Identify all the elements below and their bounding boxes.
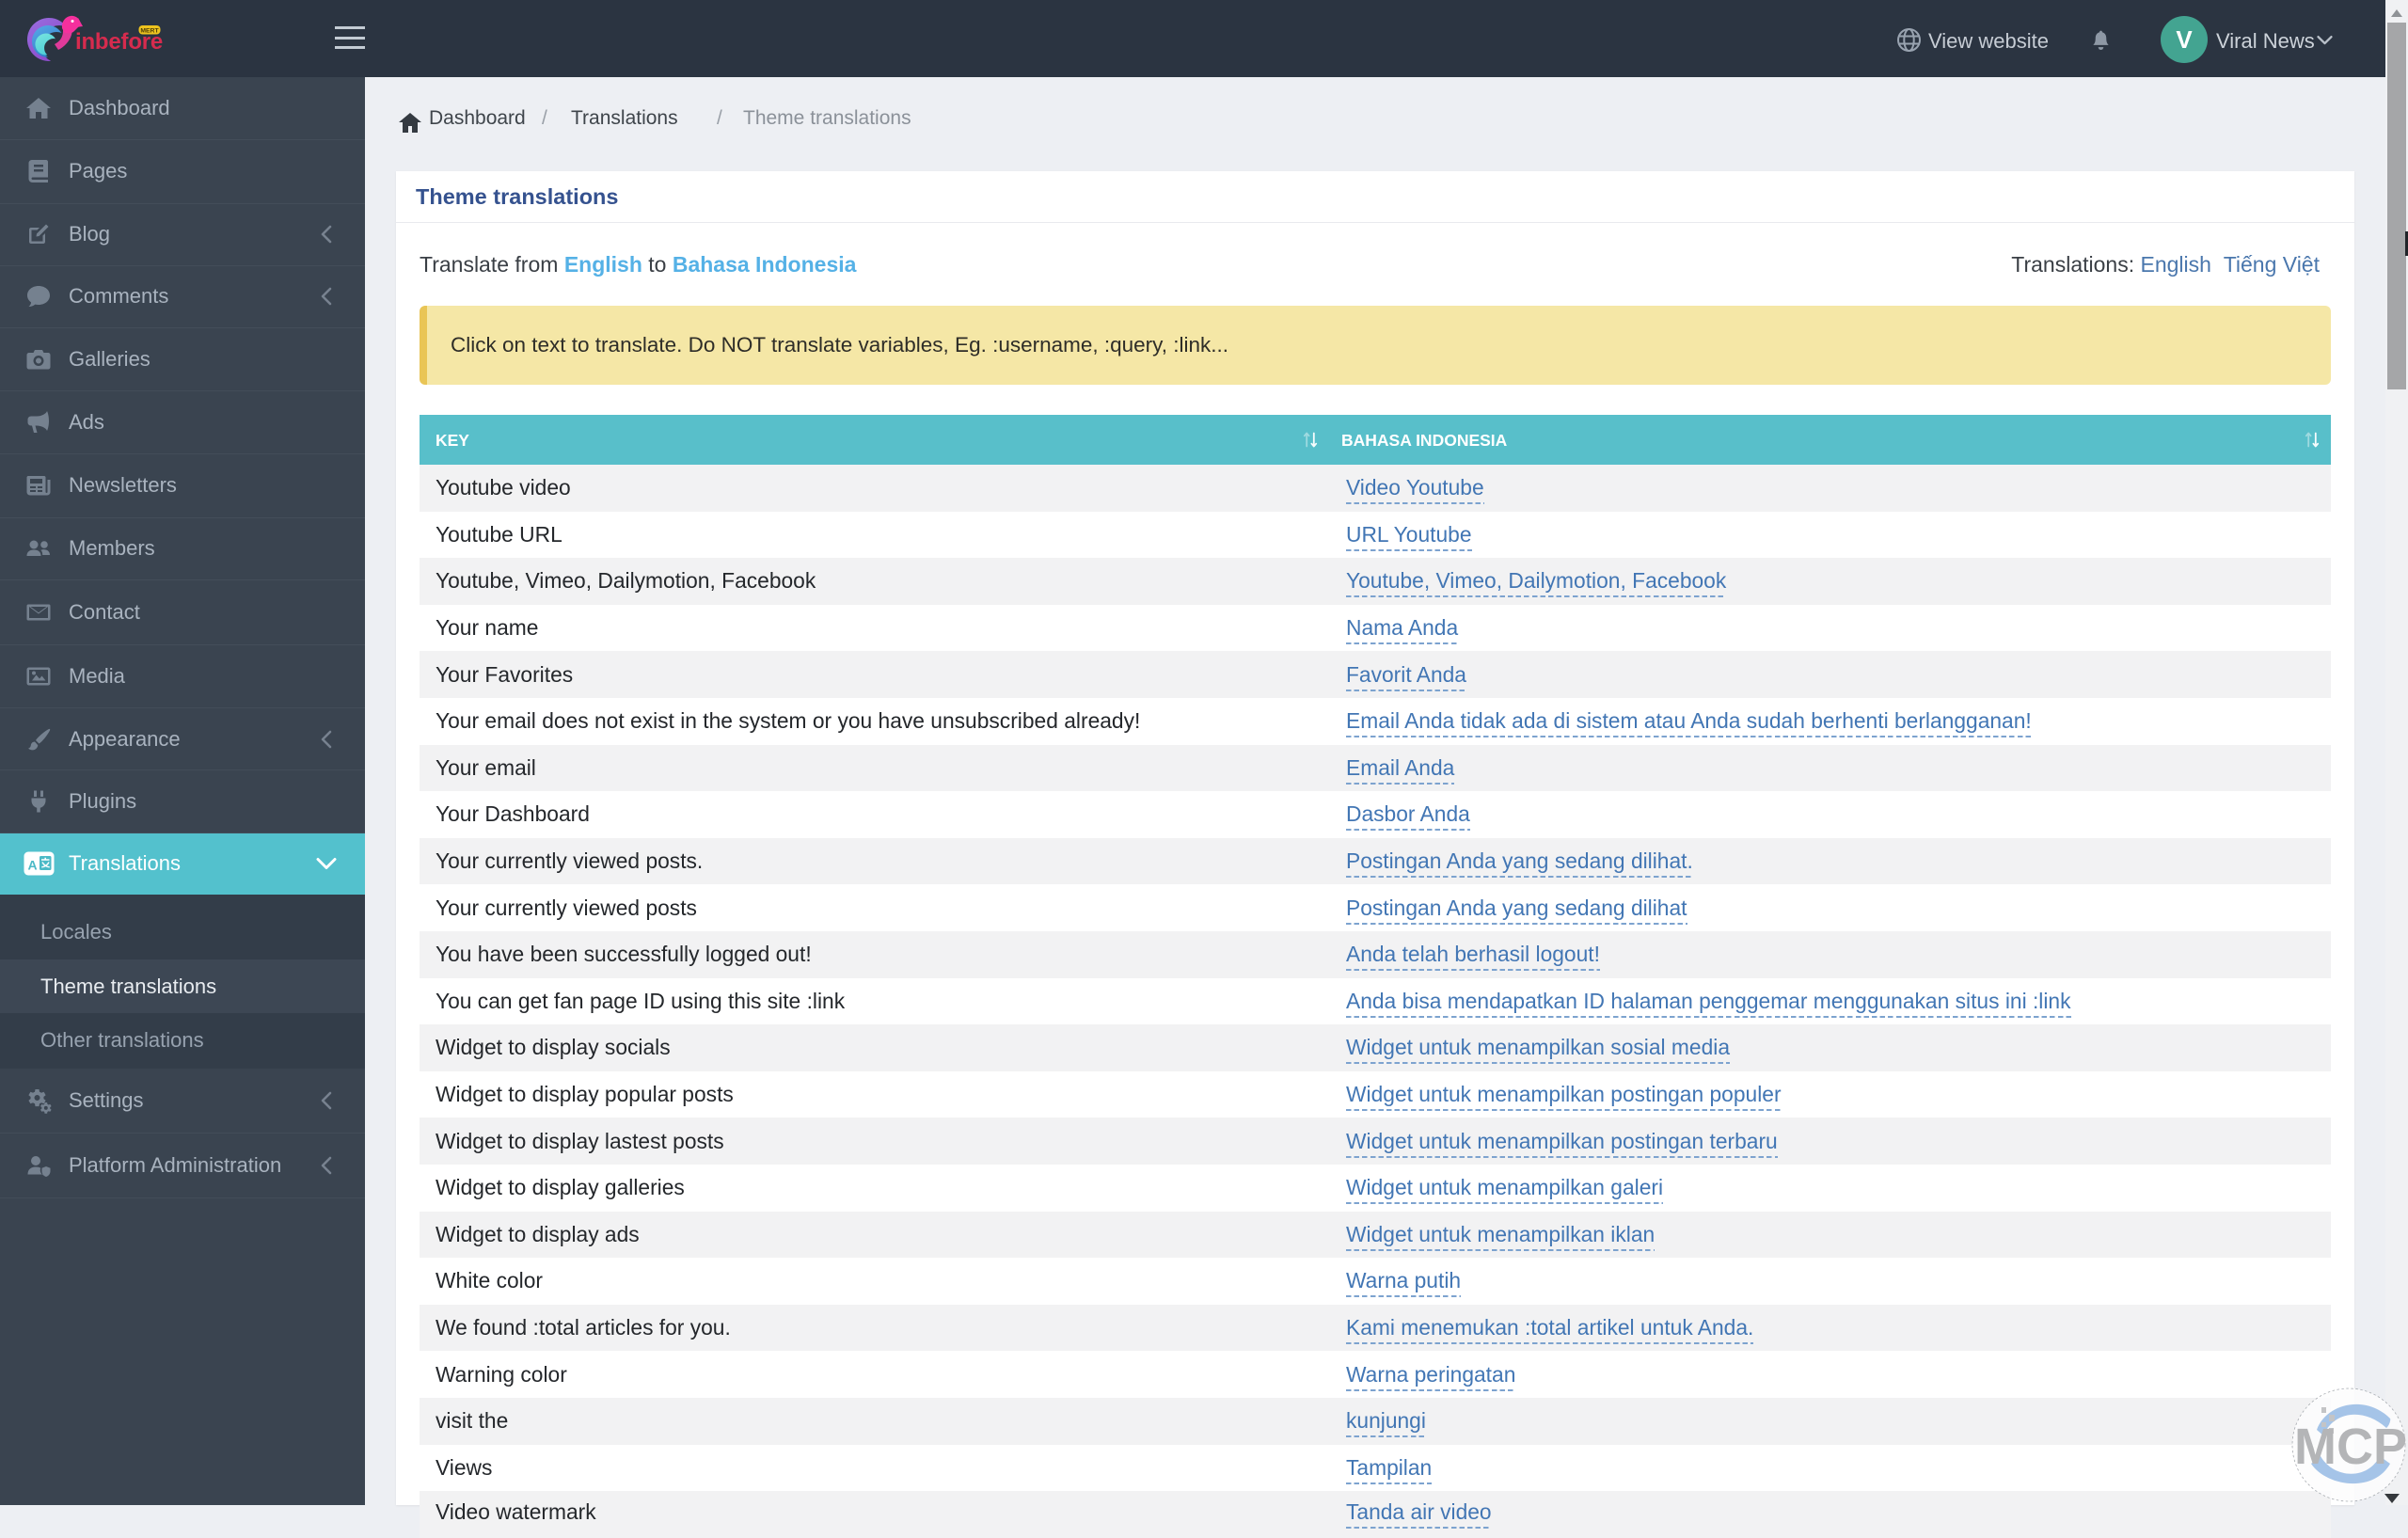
svg-text:A: A bbox=[28, 857, 38, 872]
svg-text:MERT: MERT bbox=[140, 28, 159, 35]
svg-text:MCP: MCP bbox=[2294, 1419, 2407, 1475]
